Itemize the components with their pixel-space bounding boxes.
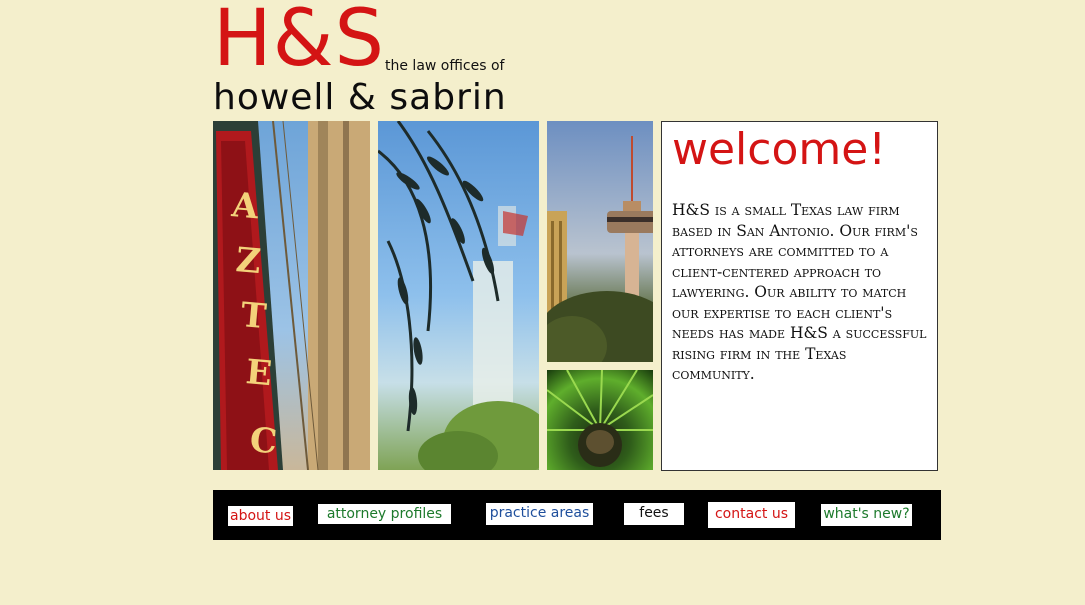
nav-contact-us-link[interactable]: contact us xyxy=(708,502,795,528)
aztec-theater-sign-photo: A Z T E C xyxy=(213,121,370,470)
palm-tree-night-photo xyxy=(547,370,653,470)
tower-of-americas-photo xyxy=(547,121,653,362)
logo-initials[interactable]: H&S xyxy=(213,0,385,78)
palm-night-illustration xyxy=(547,370,653,467)
aztec-sign-illustration: A Z T E C xyxy=(213,121,370,470)
svg-text:Z: Z xyxy=(234,240,262,282)
main-navigation: about us attorney profiles practice area… xyxy=(213,490,941,540)
svg-text:T: T xyxy=(239,295,268,337)
logo-firm-name[interactable]: howell & sabrin xyxy=(213,78,507,118)
nav-fees-link[interactable]: fees xyxy=(624,503,684,525)
tower-illustration xyxy=(547,136,653,362)
welcome-panel: welcome! H&S is a small Texas law firm b… xyxy=(661,121,938,471)
welcome-heading: welcome! xyxy=(672,124,886,175)
svg-text:C: C xyxy=(248,420,278,462)
logo-subtitle: the law offices of xyxy=(385,58,505,74)
nav-about-us-link[interactable]: about us xyxy=(228,506,293,526)
palm-fronds-illustration xyxy=(378,121,539,470)
svg-text:E: E xyxy=(244,352,273,394)
palm-fronds-sky-photo xyxy=(378,121,539,470)
welcome-description: H&S is a small Texas law firm based in S… xyxy=(672,201,927,383)
svg-text:A: A xyxy=(229,185,260,227)
nav-practice-areas-link[interactable]: practice areas xyxy=(486,503,593,525)
nav-attorney-profiles-link[interactable]: attorney profiles xyxy=(318,504,451,524)
nav-whats-new-link[interactable]: what's new? xyxy=(821,504,912,526)
